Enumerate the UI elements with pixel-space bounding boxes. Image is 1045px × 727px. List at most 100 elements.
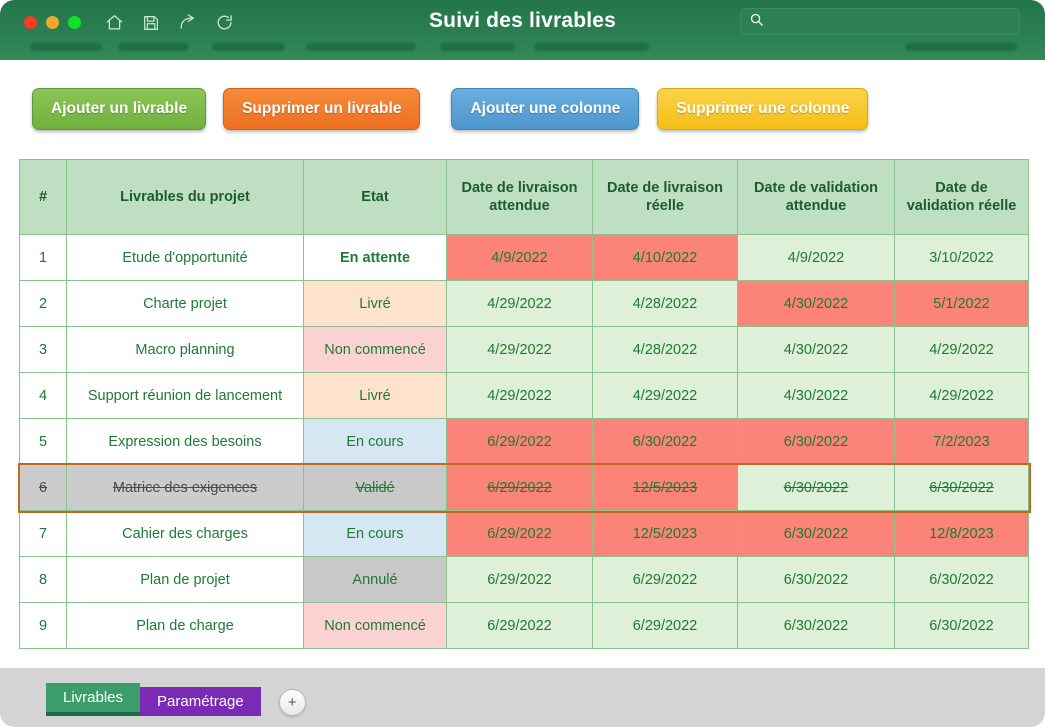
menu-strip-3[interactable] — [306, 43, 416, 51]
date-cell-1[interactable]: 12/5/2023 — [593, 465, 738, 511]
date-cell-0[interactable]: 6/29/2022 — [447, 557, 593, 603]
delete-column-button[interactable]: Supprimer une colonne — [657, 88, 868, 130]
add-column-button[interactable]: Ajouter une colonne — [451, 88, 639, 130]
status-badge[interactable]: Livré — [304, 373, 447, 419]
column-header-4[interactable]: Date de livraison réelle — [593, 160, 738, 235]
date-cell-1[interactable]: 4/28/2022 — [593, 327, 738, 373]
deliverable-name[interactable]: Plan de charge — [67, 603, 304, 649]
date-cell-0[interactable]: 4/29/2022 — [447, 327, 593, 373]
table-row[interactable]: 3Macro planningNon commencé4/29/20224/28… — [20, 327, 1029, 373]
date-cell-0[interactable]: 6/29/2022 — [447, 511, 593, 557]
column-header-1[interactable]: Livrables du projet — [67, 160, 304, 235]
date-cell-1[interactable]: 6/29/2022 — [593, 603, 738, 649]
redo-icon[interactable] — [178, 13, 197, 32]
date-cell-3[interactable]: 3/10/2022 — [895, 235, 1029, 281]
date-cell-2[interactable]: 4/9/2022 — [738, 235, 895, 281]
date-cell-2[interactable]: 4/30/2022 — [738, 281, 895, 327]
deliverable-name[interactable]: Support réunion de lancement — [67, 373, 304, 419]
menu-strip-1[interactable] — [118, 43, 189, 51]
column-header-2[interactable]: Etat — [304, 160, 447, 235]
deliverables-table: #Livrables du projetEtatDate de livraiso… — [19, 159, 1029, 649]
date-cell-1[interactable]: 4/10/2022 — [593, 235, 738, 281]
content-area: Ajouter un livrable Supprimer un livrabl… — [0, 60, 1045, 668]
status-badge[interactable]: En cours — [304, 419, 447, 465]
date-cell-3[interactable]: 5/1/2022 — [895, 281, 1029, 327]
date-cell-0[interactable]: 6/29/2022 — [447, 603, 593, 649]
date-cell-0[interactable]: 6/29/2022 — [447, 465, 593, 511]
date-cell-2[interactable]: 6/30/2022 — [738, 465, 895, 511]
deliverable-name[interactable]: Macro planning — [67, 327, 304, 373]
status-badge[interactable]: En attente — [304, 235, 447, 281]
column-header-3[interactable]: Date de livraison attendue — [447, 160, 593, 235]
deliverable-name[interactable]: Plan de projet — [67, 557, 304, 603]
refresh-icon[interactable] — [215, 13, 234, 32]
date-cell-1[interactable]: 6/29/2022 — [593, 557, 738, 603]
deliverable-name[interactable]: Etude d'opportunité — [67, 235, 304, 281]
table-row[interactable]: 8Plan de projetAnnulé6/29/20226/29/20226… — [20, 557, 1029, 603]
delete-deliverable-button[interactable]: Supprimer un livrable — [223, 88, 420, 130]
date-cell-0[interactable]: 4/29/2022 — [447, 281, 593, 327]
minimize-button[interactable] — [46, 16, 59, 29]
search-input[interactable] — [764, 15, 1019, 29]
deliverable-name[interactable]: Charte projet — [67, 281, 304, 327]
menu-strip-5[interactable] — [534, 43, 649, 51]
add-deliverable-button[interactable]: Ajouter un livrable — [32, 88, 206, 130]
date-cell-3[interactable]: 4/29/2022 — [895, 373, 1029, 419]
column-header-5[interactable]: Date de validation attendue — [738, 160, 895, 235]
status-badge[interactable]: Annulé — [304, 557, 447, 603]
search-box[interactable] — [740, 8, 1020, 35]
date-cell-0[interactable]: 4/29/2022 — [447, 373, 593, 419]
deliverable-name[interactable]: Matrice des exigences — [67, 465, 304, 511]
column-header-0[interactable]: # — [20, 160, 67, 235]
menu-strip-6[interactable] — [905, 43, 1017, 51]
table-row[interactable]: 9Plan de chargeNon commencé6/29/20226/29… — [20, 603, 1029, 649]
add-sheet-button[interactable]: + — [279, 689, 306, 716]
date-cell-0[interactable]: 6/29/2022 — [447, 419, 593, 465]
date-cell-2[interactable]: 4/30/2022 — [738, 373, 895, 419]
status-badge[interactable]: Validé — [304, 465, 447, 511]
column-header-6[interactable]: Date de validation réelle — [895, 160, 1029, 235]
table-row[interactable]: 5Expression des besoinsEn cours6/29/2022… — [20, 419, 1029, 465]
date-cell-1[interactable]: 4/29/2022 — [593, 373, 738, 419]
table-row[interactable]: 7Cahier des chargesEn cours6/29/202212/5… — [20, 511, 1029, 557]
date-cell-2[interactable]: 6/30/2022 — [738, 511, 895, 557]
deliverable-name[interactable]: Cahier des charges — [67, 511, 304, 557]
bottom-bar: LivrablesParamétrage + — [0, 668, 1045, 727]
deliverable-name[interactable]: Expression des besoins — [67, 419, 304, 465]
date-cell-3[interactable]: 6/30/2022 — [895, 557, 1029, 603]
maximize-button[interactable] — [68, 16, 81, 29]
date-cell-3[interactable]: 12/8/2023 — [895, 511, 1029, 557]
menu-strip-2[interactable] — [212, 43, 285, 51]
date-cell-1[interactable]: 12/5/2023 — [593, 511, 738, 557]
sheet-tab-strip: LivrablesParamétrage + — [46, 683, 306, 716]
deliverables-table-wrapper: #Livrables du projetEtatDate de livraiso… — [19, 159, 1028, 649]
date-cell-1[interactable]: 4/28/2022 — [593, 281, 738, 327]
save-icon[interactable] — [142, 14, 160, 32]
sheet-tab-paramtrage[interactable]: Paramétrage — [140, 687, 261, 716]
sheet-tab-livrables[interactable]: Livrables — [46, 683, 140, 716]
menu-strip-4[interactable] — [440, 43, 515, 51]
date-cell-2[interactable]: 6/30/2022 — [738, 557, 895, 603]
search-icon — [749, 12, 764, 32]
date-cell-1[interactable]: 6/30/2022 — [593, 419, 738, 465]
status-badge[interactable]: Non commencé — [304, 327, 447, 373]
date-cell-3[interactable]: 6/30/2022 — [895, 465, 1029, 511]
date-cell-3[interactable]: 4/29/2022 — [895, 327, 1029, 373]
status-badge[interactable]: Non commencé — [304, 603, 447, 649]
date-cell-2[interactable]: 4/30/2022 — [738, 327, 895, 373]
table-row[interactable]: 4Support réunion de lancementLivré4/29/2… — [20, 373, 1029, 419]
date-cell-2[interactable]: 6/30/2022 — [738, 419, 895, 465]
table-row[interactable]: 6Matrice des exigencesValidé6/29/202212/… — [20, 465, 1029, 511]
window-controls — [24, 16, 81, 29]
table-row[interactable]: 2Charte projetLivré4/29/20224/28/20224/3… — [20, 281, 1029, 327]
close-button[interactable] — [24, 16, 37, 29]
status-badge[interactable]: Livré — [304, 281, 447, 327]
date-cell-3[interactable]: 6/30/2022 — [895, 603, 1029, 649]
date-cell-2[interactable]: 6/30/2022 — [738, 603, 895, 649]
menu-strip-0[interactable] — [30, 43, 102, 51]
table-row[interactable]: 1Etude d'opportunitéEn attente4/9/20224/… — [20, 235, 1029, 281]
date-cell-3[interactable]: 7/2/2023 — [895, 419, 1029, 465]
status-badge[interactable]: En cours — [304, 511, 447, 557]
date-cell-0[interactable]: 4/9/2022 — [447, 235, 593, 281]
home-icon[interactable] — [105, 13, 124, 32]
